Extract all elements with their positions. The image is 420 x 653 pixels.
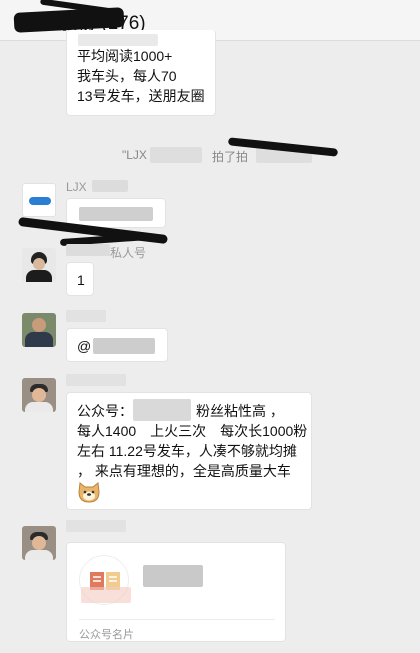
redacted-text (93, 338, 155, 354)
message-line: 我车头，每人70 (77, 68, 177, 84)
redacted-name (66, 244, 110, 256)
avatar[interactable] (22, 248, 56, 282)
message-bubble[interactable]: @ (66, 328, 168, 362)
redacted-name (66, 310, 106, 322)
message-line: 每人1400 上火三次 每次长1000粉 (77, 423, 308, 439)
brand-logo-icon (29, 197, 51, 205)
redacted-name (92, 180, 128, 192)
message-line: 13号发车，送朋友圈 (77, 88, 205, 104)
system-message-action: 拍了拍 (212, 150, 249, 164)
card-divider (79, 619, 275, 620)
redacted-account-name (143, 565, 203, 587)
redacted-text (133, 399, 191, 421)
message-line: 左右 11.22号发车，人凑不够就均摊 (77, 443, 297, 459)
message-line: 平均阅读1000+ (77, 48, 173, 64)
avatar[interactable] (22, 378, 56, 412)
message-bubble[interactable]: 1 (66, 262, 94, 296)
redacted-account-name (81, 587, 131, 603)
redacted-text (78, 34, 158, 46)
avatar[interactable] (22, 526, 56, 560)
sender-name-tail: 私人号 (110, 246, 147, 260)
redacted-text (79, 207, 153, 221)
message-bubble[interactable]: 公众号： 粉丝粘性高 ， 每人1400 上火三次 每次长1000粉 左右 11.… (66, 392, 312, 510)
message-text: @ (77, 338, 92, 354)
dog-face-emoji (77, 481, 101, 503)
redacted-name (150, 147, 202, 163)
redacted-name (66, 374, 126, 386)
avatar[interactable] (22, 183, 56, 217)
avatar[interactable] (22, 313, 56, 347)
account-card[interactable]: 公众号名片 (66, 542, 286, 642)
redacted-name (66, 520, 126, 532)
message-line: ， 来点有理想的，全是高质量大车 (77, 463, 291, 479)
sender-name: LJX (66, 180, 87, 194)
message-text: 1 (77, 272, 85, 288)
system-message-text: "LJX (122, 148, 147, 162)
card-label: 公众号名片 (79, 629, 134, 641)
